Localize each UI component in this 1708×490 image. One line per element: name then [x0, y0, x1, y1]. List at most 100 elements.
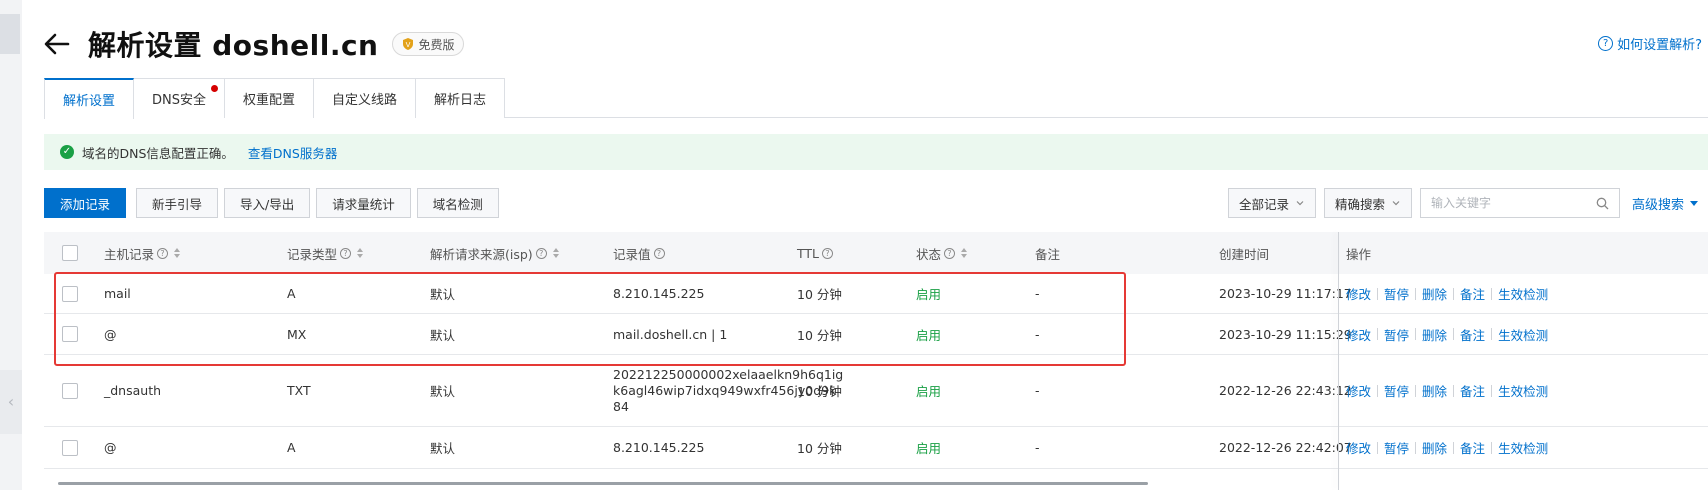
table-row: _dnsauth TXT 默认 202212250000002xelaaelkn9h6… — [44, 355, 1708, 427]
check-action-link[interactable]: 生效检测 — [1498, 381, 1548, 400]
remark-action-link[interactable]: 备注 — [1460, 284, 1485, 303]
row-select-cell — [62, 274, 78, 313]
cell-isp: 默认 — [430, 274, 455, 313]
search-mode-select[interactable]: 精确搜索 — [1323, 188, 1412, 218]
tab-custom-lines[interactable]: 自定义线路 — [313, 78, 417, 118]
tab-dns-settings[interactable]: 解析设置 — [44, 78, 135, 119]
collapse-arrow-icon[interactable]: ‹ — [0, 370, 22, 434]
tab-bar: 解析设置 DNS安全 权重配置 自定义线路 解析日志 — [44, 78, 1708, 119]
import-export-button[interactable]: 导入/导出 — [224, 188, 311, 218]
col-isp[interactable]: 解析请求来源(isp)? — [430, 232, 559, 274]
row-checkbox[interactable] — [62, 439, 78, 456]
col-ops-label: 操作 — [1346, 246, 1372, 262]
cell-text: mail.doshell.cn | 1 — [613, 326, 728, 342]
action-divider — [1491, 328, 1493, 340]
cell-text: 10 分钟 — [797, 327, 842, 343]
delete-action-link[interactable]: 删除 — [1422, 381, 1447, 400]
remark-action-link[interactable]: 备注 — [1460, 325, 1485, 344]
cell-text: 2022-12-26 22:43:12 — [1219, 383, 1352, 398]
tab-label: DNS安全 — [152, 93, 207, 108]
row-checkbox[interactable] — [62, 382, 78, 399]
remark-action-link[interactable]: 备注 — [1460, 438, 1485, 457]
records-table: 主机记录? 记录类型? 解析请求来源(isp)? 记录值? TTL? 状态? 备… — [44, 232, 1708, 490]
cell-text: _dnsauth — [104, 383, 162, 398]
col-status[interactable]: 状态? — [916, 232, 968, 274]
action-divider — [1377, 384, 1379, 397]
edit-action-link[interactable]: 修改 — [1346, 325, 1371, 344]
tab-dns-log[interactable]: 解析日志 — [415, 78, 506, 118]
search-icon[interactable] — [1596, 197, 1609, 210]
cell-text: - — [1035, 326, 1040, 342]
col-host[interactable]: 主机记录? — [104, 232, 181, 274]
remark-action-link[interactable]: 备注 — [1460, 381, 1485, 400]
cell-text: @ — [104, 326, 117, 342]
request-stats-button[interactable]: 请求量统计 — [316, 188, 411, 218]
cell-remark: - — [1035, 427, 1040, 468]
toolbar-right: 全部记录 精确搜索 高级搜索 — [1227, 188, 1708, 218]
pause-action-link[interactable]: 暂停 — [1384, 325, 1409, 344]
pause-action-link[interactable]: 暂停 — [1384, 381, 1409, 400]
cell-host: @ — [104, 427, 117, 468]
edit-action-link[interactable]: 修改 — [1346, 438, 1371, 457]
search-mode-value: 精确搜索 — [1334, 196, 1385, 212]
row-checkbox[interactable] — [62, 326, 78, 342]
row-checkbox[interactable] — [62, 285, 78, 302]
check-action-link[interactable]: 生效检测 — [1498, 325, 1548, 344]
table-row: @ MX 默认 mail.doshell.cn | 1 10 分钟 启用 - 2023-10-… — [44, 314, 1708, 355]
col-created: 创建时间 — [1219, 232, 1269, 274]
shield-icon: V — [403, 38, 414, 50]
select-all-checkbox[interactable] — [62, 245, 78, 261]
action-divider — [1377, 441, 1379, 454]
sort-icon[interactable] — [174, 248, 181, 258]
delete-action-link[interactable]: 删除 — [1422, 284, 1447, 303]
question-icon: ? — [1598, 36, 1614, 51]
search-input[interactable] — [1430, 196, 1596, 210]
sort-icon[interactable] — [552, 248, 559, 258]
cell-text: 10 分钟 — [797, 384, 842, 399]
cell-value: 8.210.145.225 — [613, 274, 704, 313]
cell-status: 启用 — [916, 314, 941, 354]
cell-status: 启用 — [916, 355, 941, 426]
guide-button[interactable]: 新手引导 — [136, 188, 219, 218]
cell-host: mail — [104, 274, 131, 313]
cell-created: 2023-10-29 11:15:29 — [1219, 314, 1352, 354]
pause-action-link[interactable]: 暂停 — [1384, 438, 1409, 457]
sort-icon[interactable] — [961, 248, 968, 258]
cell-host: _dnsauth — [104, 355, 161, 426]
fixed-column-divider — [1338, 232, 1339, 490]
record-filter-select[interactable]: 全部记录 — [1227, 188, 1316, 218]
tab-dns-security[interactable]: DNS安全 — [133, 78, 226, 118]
pause-action-link[interactable]: 暂停 — [1384, 284, 1409, 303]
delete-action-link[interactable]: 删除 — [1422, 438, 1447, 457]
page-title: 解析设置 doshell.cn — [88, 29, 379, 62]
cell-text: mail — [104, 286, 131, 301]
help-link[interactable]: ? 如何设置解析? — [1598, 34, 1702, 53]
table-row: @ A 默认 8.210.145.225 10 分钟 启用 - 2022-12-26 22:4… — [44, 427, 1708, 469]
toolbar: 添加记录 新手引导 导入/导出 请求量统计 域名检测 全部记录 精确搜索 高级搜… — [44, 188, 1708, 218]
status-text: 启用 — [916, 441, 942, 456]
cell-text: - — [1035, 286, 1040, 301]
horizontal-scrollbar[interactable] — [58, 482, 1148, 485]
cell-status: 启用 — [916, 274, 941, 313]
domain-check-button[interactable]: 域名检测 — [416, 188, 499, 218]
view-dns-servers-link[interactable]: 查看DNS服务器 — [248, 143, 337, 162]
check-action-link[interactable]: 生效检测 — [1498, 438, 1548, 457]
advanced-search-toggle[interactable]: 高级搜索 — [1632, 194, 1698, 213]
col-type[interactable]: 记录类型? — [287, 232, 364, 274]
back-arrow-icon[interactable] — [44, 29, 74, 59]
delete-action-link[interactable]: 删除 — [1422, 325, 1447, 344]
status-text: 启用 — [916, 287, 942, 302]
help-icon: ? — [653, 247, 665, 259]
check-action-link[interactable]: 生效检测 — [1498, 284, 1548, 303]
edit-action-link[interactable]: 修改 — [1346, 381, 1371, 400]
action-divider — [1415, 441, 1417, 454]
cell-text: 8.210.145.225 — [613, 286, 705, 301]
row-actions: 修改 暂停 删除 备注 生效检测 — [1346, 427, 1548, 468]
table-row: mail A 默认 8.210.145.225 10 分钟 启用 - 2023-10-29 1… — [44, 274, 1708, 314]
edit-action-link[interactable]: 修改 — [1346, 284, 1371, 303]
tab-label: 解析设置 — [63, 94, 116, 109]
add-record-button[interactable]: 添加记录 — [44, 188, 127, 218]
sort-icon[interactable] — [357, 248, 364, 258]
tab-weight-config[interactable]: 权重配置 — [224, 78, 315, 118]
row-select-cell — [62, 427, 78, 468]
